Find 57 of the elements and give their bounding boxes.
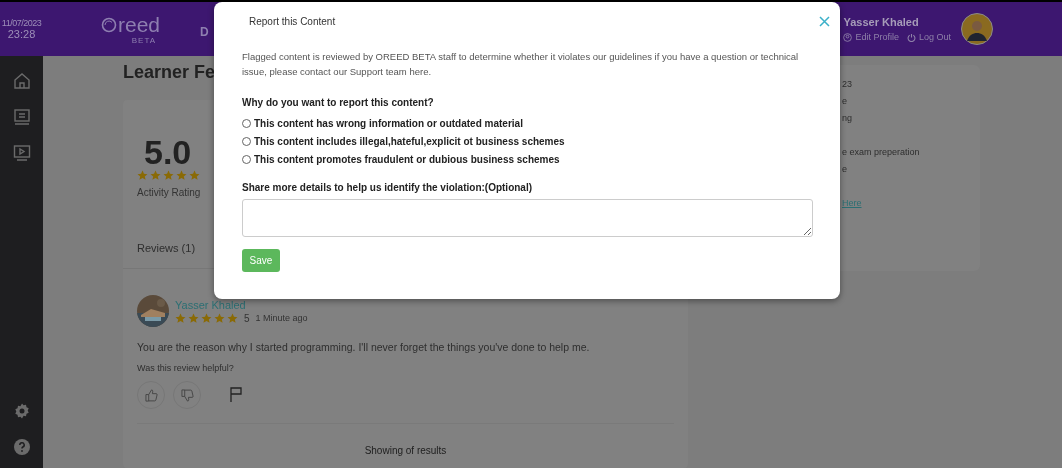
details-label: Share more details to help us identify the violation:(Optional)	[242, 182, 534, 193]
star-icon	[201, 312, 212, 324]
detail-text: e	[842, 96, 847, 106]
home-icon[interactable]	[12, 72, 31, 90]
thumbs-down-icon	[180, 388, 194, 402]
detail-text: e	[842, 164, 847, 174]
reviews-tab[interactable]: Reviews (1)	[137, 242, 196, 254]
star-icon	[214, 312, 225, 324]
radio-button[interactable]	[242, 154, 251, 164]
reason-option-label: This content includes illegal,hateful,explicit ot business schemes	[254, 135, 565, 147]
helpful-prompt: Was this review helpful?	[137, 363, 234, 373]
presentation-board-icon[interactable]	[12, 108, 31, 126]
rating-label: Activity Rating	[137, 187, 201, 198]
star-icon	[189, 170, 200, 181]
review-time: 1 Minute ago	[255, 313, 308, 323]
settings-icon[interactable]	[12, 402, 31, 420]
detail-text: e exam preperation	[842, 147, 920, 157]
thumbs-up-icon	[144, 388, 158, 402]
logo-ring-icon	[101, 16, 117, 33]
time-text: 23:28	[7, 28, 36, 40]
date-text: 11/07/2023	[1, 18, 42, 28]
nav-item[interactable]: D	[200, 25, 209, 39]
star-icon	[176, 170, 187, 181]
video-screen-icon[interactable]	[12, 144, 31, 162]
radio-button[interactable]	[242, 136, 251, 146]
header-link[interactable]: Edit Profile	[843, 32, 899, 42]
star-icon	[188, 312, 199, 324]
report-question: Why do you want to report this content?	[242, 97, 435, 108]
details-field[interactable]	[242, 199, 813, 237]
page-title: Learner Fe	[123, 62, 216, 84]
detail-text: 23	[842, 79, 852, 89]
user-name: Yasser Khaled	[843, 16, 920, 28]
star-icon	[163, 170, 174, 181]
star-icon	[227, 312, 238, 324]
results-text: Showing of results	[364, 445, 447, 456]
star-icon	[175, 312, 186, 324]
review-score: 5	[244, 312, 250, 324]
reason-option-label: This content has wrong information or outdated material	[254, 117, 523, 129]
radio-button[interactable]	[242, 118, 251, 128]
review-text: You are the reason why I started programming. I'll never forget the things you've done to help me.	[137, 341, 590, 353]
flag-icon	[229, 387, 243, 403]
dialog-intro: Flagged content is reviewed by OREED BETA staff to determine whether it violates our guidelines if you have a question or technical issue, please contact our Support team here.	[242, 50, 800, 79]
user-circle-icon	[843, 32, 853, 42]
close-icon[interactable]	[819, 16, 830, 27]
help-icon[interactable]	[12, 438, 31, 456]
star-icon	[137, 170, 148, 181]
reason-option-label: This content promotes fraudulent or dubious business schemes	[254, 153, 560, 165]
logo-text: reed	[118, 13, 161, 36]
dialog-title: Report this Content	[249, 16, 336, 27]
avatar	[961, 13, 993, 45]
rating-score: 5.0	[144, 134, 192, 170]
save-button[interactable]: Save	[242, 249, 280, 272]
beta-label: BETA	[131, 35, 157, 45]
header-link[interactable]: Log Out	[906, 32, 951, 42]
star-icon	[150, 170, 161, 181]
power-icon	[906, 32, 916, 42]
detail-text: ng	[842, 113, 852, 123]
